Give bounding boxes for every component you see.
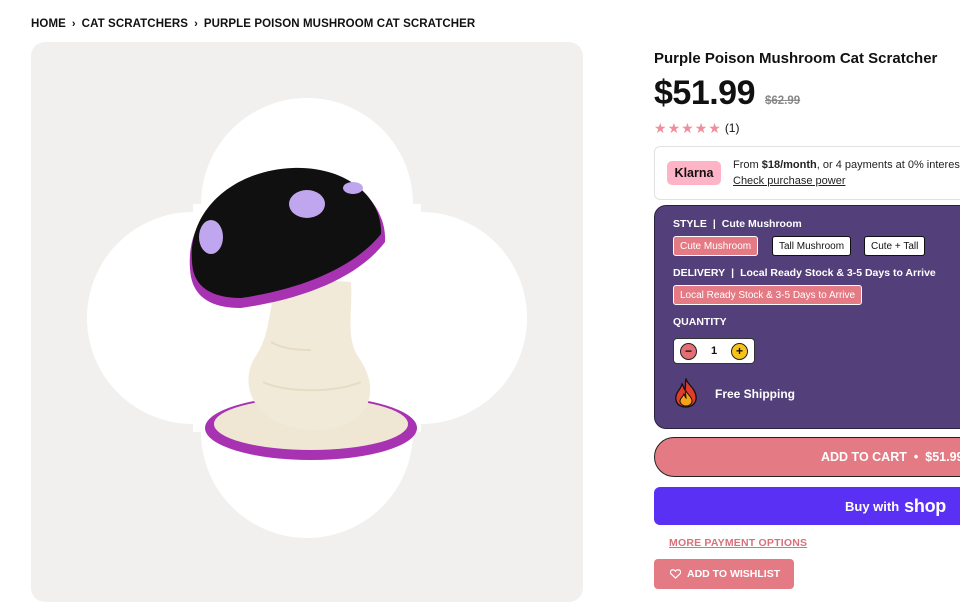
star-icon: ★: [694, 120, 708, 136]
star-icon: ★: [708, 120, 721, 136]
quantity-value[interactable]: 1: [711, 345, 717, 357]
buy-with-shop-button[interactable]: Buy with shop: [654, 487, 960, 525]
product-title: Purple Poison Mushroom Cat Scratcher: [654, 50, 938, 68]
style-option-cute-tall[interactable]: Cute + Tall: [864, 236, 926, 256]
price-row: $51.99 $62.99: [654, 74, 800, 113]
add-to-cart-price: $51.99: [925, 450, 960, 464]
free-shipping-text: Free Shipping: [715, 387, 796, 401]
klarna-logo: Klarna: [667, 161, 721, 185]
quantity-decrease-button[interactable]: −: [680, 342, 697, 360]
add-to-cart-label: ADD TO CART: [821, 450, 907, 464]
breadcrumb-home-link[interactable]: HOME: [31, 18, 66, 30]
more-payment-options-link[interactable]: MORE PAYMENT OPTIONS: [669, 537, 807, 549]
breadcrumb-current: PURPLE POISON MUSHROOM CAT SCRATCHER: [203, 18, 476, 30]
style-option-tall-mushroom[interactable]: Tall Mushroom: [772, 236, 852, 256]
delivery-option-local-stock[interactable]: Local Ready Stock & 3-5 Days to Arrive: [673, 285, 863, 305]
breadcrumb-separator: ›: [194, 18, 198, 30]
compare-price: $62.99: [765, 95, 801, 107]
style-option-cute-mushroom[interactable]: Cute Mushroom: [673, 236, 759, 256]
breadcrumb-category-link[interactable]: CAT SCRATCHERS: [82, 18, 188, 30]
heart-icon: [670, 569, 681, 579]
breadcrumb-separator: ›: [71, 18, 76, 30]
mushroom-scratcher-illustration: [87, 98, 527, 538]
add-to-wishlist-button[interactable]: ADD TO WISHLIST: [654, 559, 794, 589]
product-image[interactable]: [31, 42, 583, 602]
review-count[interactable]: (1): [725, 121, 740, 135]
quantity-stepper: − 1 +: [673, 338, 755, 364]
quantity-label: QUANTITY: [673, 316, 727, 328]
star-icon: ★: [667, 120, 681, 136]
delivery-label: DELIVERY | Local Ready Stock & 3-5 Days to…: [673, 267, 936, 279]
breadcrumb: HOME › CAT SCRATCHERS › PURPLE POISON MU…: [31, 18, 475, 30]
style-label: STYLE | Cute Mushroom: [673, 218, 802, 230]
klarna-text: From $18/month, or 4 payments at 0% inte…: [733, 159, 960, 171]
product-rating[interactable]: ★ ★ ★ ★ ★ (1): [654, 121, 739, 135]
flame-icon: [675, 378, 697, 408]
add-to-cart-dot: •: [913, 450, 919, 464]
star-icon: ★: [681, 120, 694, 136]
klarna-banner: Klarna From $18/month, or 4 payments at …: [654, 146, 960, 200]
shop-logo: shop: [904, 495, 946, 516]
sale-price: $51.99: [654, 74, 756, 112]
buy-with-label: Buy with: [845, 498, 900, 514]
wishlist-label: ADD TO WISHLIST: [687, 568, 781, 580]
quantity-increase-button[interactable]: +: [731, 342, 748, 360]
check-purchase-power-link[interactable]: Check purchase power: [733, 175, 846, 187]
star-icon: ★: [654, 120, 667, 136]
add-to-cart-button[interactable]: ADD TO CART • $51.99: [654, 437, 960, 477]
variant-options-panel: STYLE | Cute Mushroom Cute Mushroom Tall M…: [654, 205, 960, 429]
